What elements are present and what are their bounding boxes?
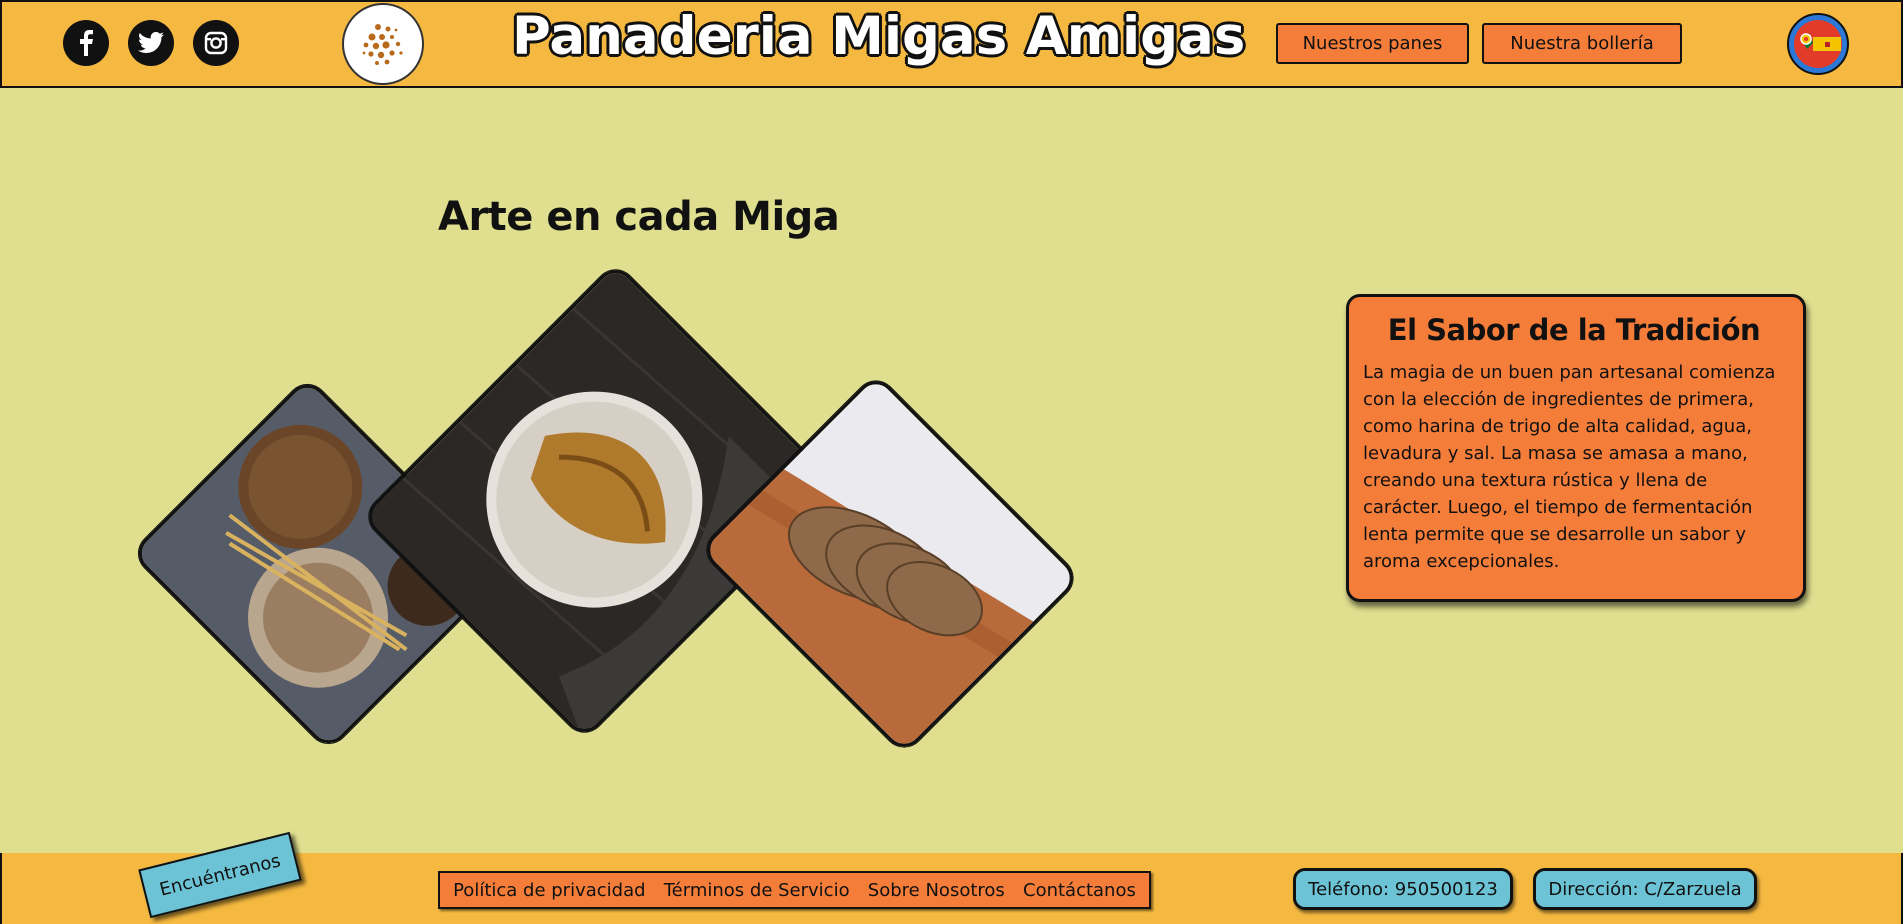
tradition-info-card: El Sabor de la Tradición La magia de un …: [1346, 294, 1806, 602]
nav-pastries-button[interactable]: Nuestra bollería: [1482, 23, 1682, 64]
about-us-link[interactable]: Sobre Nosotros: [868, 880, 1005, 901]
bread-crumbs-logo-graphic: [362, 24, 403, 65]
facebook-icon[interactable]: [63, 20, 109, 66]
gallery-title: Arte en cada Miga: [438, 194, 840, 240]
footer-legal-links: Política de privacidad Términos de Servi…: [438, 871, 1151, 909]
instagram-icon[interactable]: [193, 20, 239, 66]
bakery-logo[interactable]: [342, 3, 424, 85]
contact-link[interactable]: Contáctanos: [1023, 880, 1136, 901]
nav-breads-button[interactable]: Nuestros panes: [1276, 23, 1469, 64]
phone-badge: Teléfono: 950500123: [1293, 868, 1513, 910]
terms-of-service-link[interactable]: Términos de Servicio: [664, 880, 850, 901]
site-header: Panaderia Migas Amigas Nuestros panes Nu…: [0, 0, 1903, 88]
card-text: La magia de un buen pan artesanal comien…: [1363, 362, 1776, 572]
address-badge: Dirección: C/Zarzuela: [1533, 868, 1757, 910]
site-title: Panaderia Migas Amigas: [512, 6, 1246, 67]
twitter-icon[interactable]: [128, 20, 174, 66]
privacy-policy-link[interactable]: Política de privacidad: [453, 880, 645, 901]
card-title: El Sabor de la Tradición: [1387, 313, 1761, 347]
language-flag-icon[interactable]: [1787, 13, 1849, 75]
